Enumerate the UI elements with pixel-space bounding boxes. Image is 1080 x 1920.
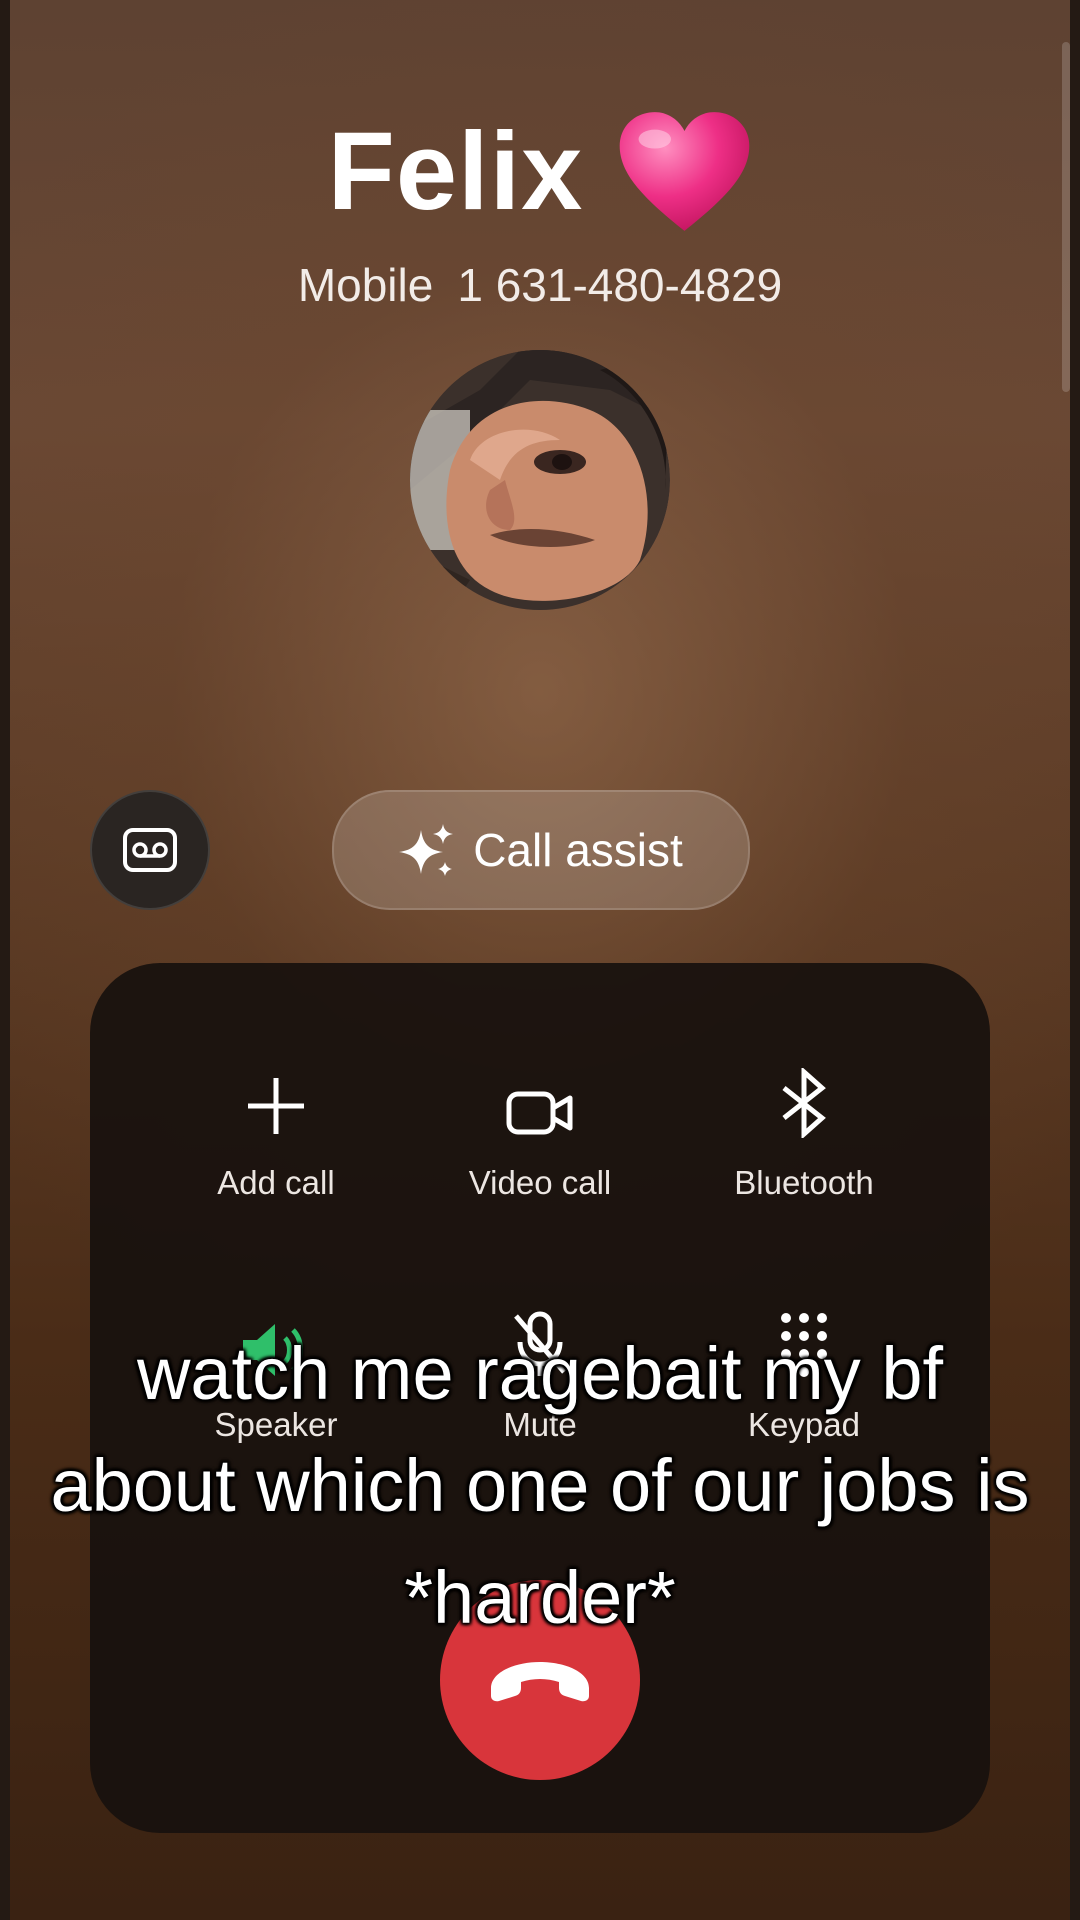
video-camera-icon (506, 1091, 573, 1135)
phone-number: 1 631-480-4829 (457, 259, 783, 311)
video-caption-text: watch me ragebait my bf about which one … (50, 1332, 1030, 1639)
call-assist-label: Call assist (473, 824, 683, 876)
voicemail-button[interactable] (90, 790, 210, 910)
bluetooth-button[interactable]: Bluetooth (674, 1058, 934, 1202)
avatar-photo (410, 350, 670, 610)
add-call-button[interactable]: Add call (146, 1058, 406, 1202)
call-assist-button[interactable]: Call assist (332, 790, 750, 910)
number-type-label: Mobile (297, 259, 434, 311)
plus-icon (248, 1078, 304, 1134)
contact-number-row: Mobile 1 631-480-4829 (0, 258, 1080, 312)
contact-name: Felix (327, 110, 584, 233)
video-call-button[interactable]: Video call (410, 1058, 670, 1202)
end-call-icon (491, 1662, 589, 1702)
bluetooth-icon (782, 1068, 826, 1138)
voicemail-icon (123, 828, 177, 872)
add-call-label: Add call (217, 1164, 335, 1201)
heart-icon (620, 112, 750, 231)
contact-name-row: Felix (0, 108, 1080, 235)
bluetooth-label: Bluetooth (734, 1164, 874, 1201)
sparkle-icon (399, 824, 454, 876)
video-call-label: Video call (468, 1164, 612, 1201)
avatar (410, 350, 670, 610)
